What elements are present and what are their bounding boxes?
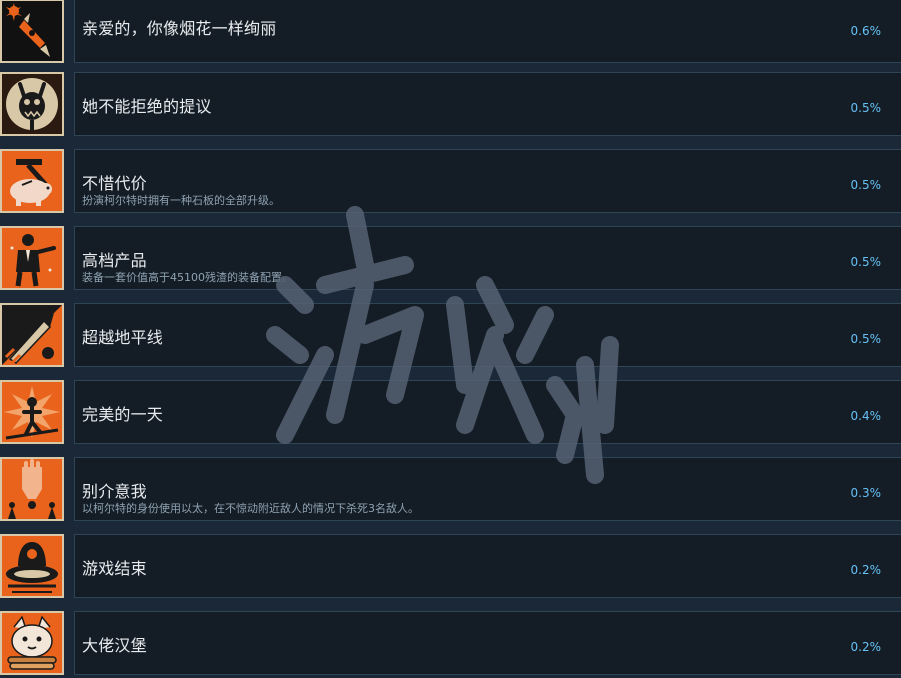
achievement-row[interactable]: 完美的一天 0.4% <box>0 380 901 444</box>
achievement-percent: 0.2% <box>850 640 882 654</box>
achievement-percent: 0.2% <box>850 563 882 577</box>
achievement-percent: 0.5% <box>850 255 882 269</box>
rocket-launch-icon <box>0 303 64 367</box>
achievement-panel: 亲爱的，你像烟花一样绚丽 0.6% <box>74 0 901 63</box>
achievement-panel: 她不能拒绝的提议 0.5% <box>74 72 901 136</box>
achievement-panel: 别介意我 以柯尔特的身份使用以太，在不惊动附近敌人的情况下杀死3名敌人。 0.3… <box>74 457 901 521</box>
achievement-row[interactable]: 超越地平线 0.5% <box>0 303 901 367</box>
burger-face-icon <box>0 611 64 675</box>
achievement-panel: 高档产品 装备一套价值高于45100残渣的装备配置。 0.5% <box>74 226 901 290</box>
achievement-row[interactable]: 亲爱的，你像烟花一样绚丽 0.6% <box>0 0 901 63</box>
achievement-row[interactable]: 大佬汉堡 0.2% <box>0 611 901 675</box>
achievement-description: 以柯尔特的身份使用以太，在不惊动附近敌人的情况下杀死3名敌人。 <box>82 502 419 515</box>
firework-rocket-icon <box>0 0 64 63</box>
achievement-row[interactable]: 她不能拒绝的提议 0.5% <box>0 72 901 136</box>
achievement-description: 装备一套价值高于45100残渣的装备配置。 <box>82 271 293 284</box>
achievement-title: 大佬汉堡 <box>82 636 147 655</box>
ghost-hand-icon <box>0 457 64 521</box>
achievement-panel: 完美的一天 0.4% <box>74 380 901 444</box>
achievement-panel: 超越地平线 0.5% <box>74 303 901 367</box>
achievement-panel: 不惜代价 扮演柯尔特时拥有一种石板的全部升级。 0.5% <box>74 149 901 213</box>
achievement-percent: 0.5% <box>850 178 882 192</box>
achievement-title: 游戏结束 <box>82 559 147 578</box>
achievement-panel: 大佬汉堡 0.2% <box>74 611 901 675</box>
achievement-title: 完美的一天 <box>82 405 164 424</box>
achievement-title: 她不能拒绝的提议 <box>82 97 212 116</box>
explosion-figure-icon <box>0 380 64 444</box>
achievement-row[interactable]: 高档产品 装备一套价值高于45100残渣的装备配置。 0.5% <box>0 226 901 290</box>
achievement-percent: 0.5% <box>850 332 882 346</box>
achievement-title: 超越地平线 <box>82 328 164 347</box>
achievement-title: 别介意我 <box>82 482 147 501</box>
achievement-panel: 游戏结束 0.2% <box>74 534 901 598</box>
achievement-title: 不惜代价 <box>82 174 147 193</box>
achievement-title: 亲爱的，你像烟花一样绚丽 <box>82 19 277 38</box>
achievement-row[interactable]: 不惜代价 扮演柯尔特时拥有一种石板的全部升级。 0.5% <box>0 149 901 213</box>
achievement-list: 亲爱的，你像烟花一样绚丽 0.6% 她不能拒绝的提议 0.5% 不惜代价 扮演柯… <box>0 0 901 678</box>
monster-creature-icon <box>0 72 64 136</box>
tuxedo-man-icon <box>0 226 64 290</box>
achievement-percent: 0.5% <box>850 101 882 115</box>
achievement-row[interactable]: 游戏结束 0.2% <box>0 534 901 598</box>
achievement-percent: 0.4% <box>850 409 882 423</box>
hammer-piggy-bank-icon <box>0 149 64 213</box>
achievement-description: 扮演柯尔特时拥有一种石板的全部升级。 <box>82 194 280 207</box>
achievement-percent: 0.6% <box>850 24 882 38</box>
achievement-row[interactable]: 别介意我 以柯尔特的身份使用以太，在不惊动附近敌人的情况下杀死3名敌人。 0.3… <box>0 457 901 521</box>
achievement-title: 高档产品 <box>82 251 147 270</box>
achievement-percent: 0.3% <box>850 486 882 500</box>
spaceship-pilot-icon <box>0 534 64 598</box>
